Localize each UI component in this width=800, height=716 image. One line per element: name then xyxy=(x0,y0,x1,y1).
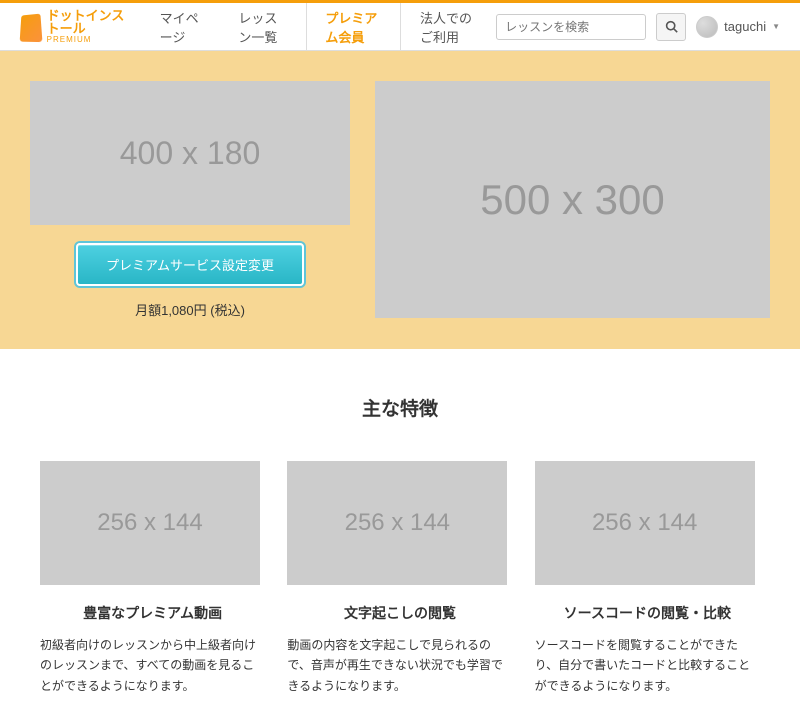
features-heading: 主な特徴 xyxy=(0,394,800,421)
nav-mypage[interactable]: マイページ xyxy=(141,3,220,50)
caret-down-icon: ▼ xyxy=(772,22,780,31)
premium-price: 月額1,080円 (税込) xyxy=(135,300,245,319)
feature-title: ソースコードの閲覧・比較 xyxy=(535,603,760,623)
feature-item: 256 x 144 ソースコードの閲覧・比較 ソースコードを閲覧することができた… xyxy=(535,461,760,696)
search-input[interactable] xyxy=(496,14,646,40)
feature-image: 256 x 144 xyxy=(40,461,260,585)
search-button[interactable] xyxy=(656,13,686,41)
feature-item: 256 x 144 豊富なプレミアム動画 初級者向けのレッスンから中上級者向けの… xyxy=(40,461,265,696)
feature-desc: ソースコードを閲覧することができたり、自分で書いたコードと比較することができるよ… xyxy=(535,635,760,696)
hero-image-right: 500 x 300 xyxy=(375,81,770,318)
logo-subtitle: PREMIUM xyxy=(47,35,133,44)
logo-title: ドットインストール xyxy=(47,9,133,35)
feature-desc: 動画の内容を文字起こしで見られるので、音声が再生できない状況でも学習できるように… xyxy=(287,635,512,696)
feature-image: 256 x 144 xyxy=(287,461,507,585)
feature-title: 文字起こしの閲覧 xyxy=(287,603,512,623)
main-header: ドットインストール PREMIUM マイページ レッスン一覧 プレミアム会員 法… xyxy=(0,3,800,51)
feature-desc: 初級者向けのレッスンから中上級者向けのレッスンまで、すべての動画を見ることができ… xyxy=(40,635,265,696)
logo[interactable]: ドットインストール PREMIUM xyxy=(20,9,133,44)
nav-lessons[interactable]: レッスン一覧 xyxy=(219,3,306,50)
logo-cube-icon xyxy=(20,13,42,41)
hero-section: 400 x 180 プレミアムサービス設定変更 月額1,080円 (税込) 50… xyxy=(0,51,800,349)
feature-image: 256 x 144 xyxy=(535,461,755,585)
features-grid: 256 x 144 豊富なプレミアム動画 初級者向けのレッスンから中上級者向けの… xyxy=(0,461,800,716)
username: taguchi xyxy=(724,19,766,34)
hero-image-left: 400 x 180 xyxy=(30,81,350,225)
nav-business[interactable]: 法人でのご利用 xyxy=(401,3,496,50)
search-icon xyxy=(665,20,678,33)
avatar xyxy=(696,16,718,38)
main-nav: マイページ レッスン一覧 プレミアム会員 法人でのご利用 xyxy=(141,3,497,50)
feature-item: 256 x 144 文字起こしの閲覧 動画の内容を文字起こしで見られるので、音声… xyxy=(287,461,512,696)
feature-title: 豊富なプレミアム動画 xyxy=(40,603,265,623)
user-menu[interactable]: taguchi ▼ xyxy=(696,16,780,38)
nav-premium[interactable]: プレミアム会員 xyxy=(306,3,401,50)
premium-settings-button[interactable]: プレミアムサービス設定変更 xyxy=(76,243,304,286)
